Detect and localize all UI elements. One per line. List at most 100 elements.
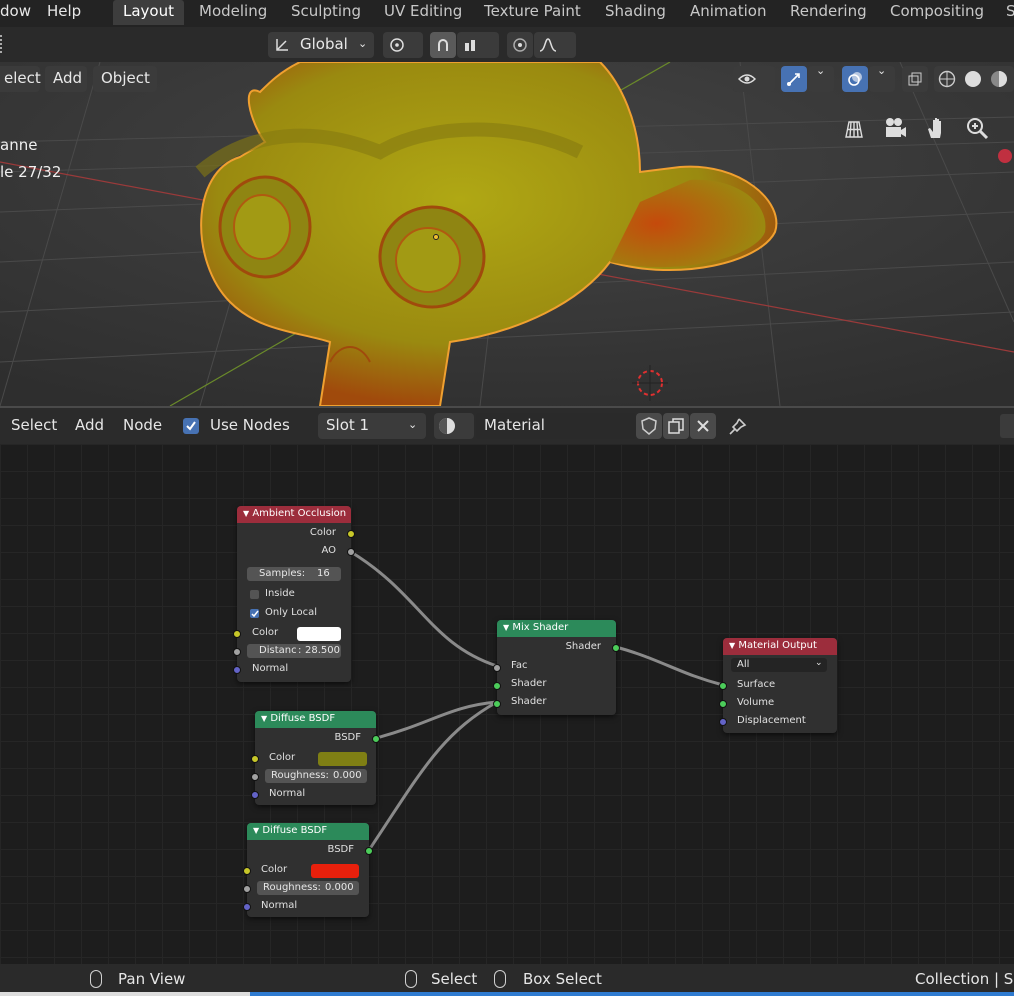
use-nodes-checkbox[interactable] xyxy=(183,418,199,434)
socket-bsdf-output[interactable] xyxy=(372,735,380,743)
socket-color-input[interactable] xyxy=(233,630,241,638)
snap-target-dropdown[interactable] xyxy=(457,32,499,58)
proportional-edit-icon xyxy=(513,38,527,52)
node-header[interactable]: ▼ Mix Shader xyxy=(497,620,616,637)
color-swatch-olive[interactable] xyxy=(318,752,367,766)
grid-perspective-icon[interactable] xyxy=(843,118,865,140)
socket-roughness-input[interactable] xyxy=(251,773,259,781)
editor-type-icon[interactable] xyxy=(0,35,7,53)
fake-user-button[interactable] xyxy=(636,413,662,439)
node-ambient-occlusion[interactable]: ▼ Ambient Occlusion Color AO Samples: 16… xyxy=(233,506,355,682)
menu-window[interactable]: dow xyxy=(0,0,31,24)
gizmo-toggle[interactable] xyxy=(781,66,807,92)
wireframe-shading-icon[interactable] xyxy=(938,70,956,88)
samples-field[interactable]: Samples: 16 xyxy=(247,567,341,581)
node-menu-select[interactable]: Select xyxy=(11,416,57,434)
socket-bsdf-output[interactable] xyxy=(365,847,373,855)
node-menu-add[interactable]: Add xyxy=(75,416,104,434)
socket-shader1-input[interactable] xyxy=(493,682,501,690)
snap-toggle[interactable] xyxy=(430,32,456,58)
roughness-field[interactable]: Roughness: 0.000 xyxy=(257,881,359,895)
collapse-triangle-icon[interactable]: ▼ xyxy=(243,509,249,518)
falloff-dropdown[interactable] xyxy=(534,32,576,58)
node-diffuse-bsdf-1[interactable]: ▼ Diffuse BSDF BSDF Color Roughness: 0.0… xyxy=(251,711,380,805)
node-material-output[interactable]: ▼ Material Output All ⌄ Surface Volume D… xyxy=(719,638,837,733)
color-swatch-white[interactable] xyxy=(297,627,341,641)
tab-uv-editing[interactable]: UV Editing xyxy=(374,0,472,25)
pin-icon[interactable] xyxy=(727,417,747,437)
socket-normal-input[interactable] xyxy=(233,666,241,674)
slot-dropdown[interactable]: Slot 1 ⌄ xyxy=(318,413,426,439)
transform-orientation-dropdown[interactable]: Global ⌄ xyxy=(268,32,374,58)
socket-volume-input[interactable] xyxy=(719,700,727,708)
sidebar-toggle[interactable] xyxy=(1000,414,1014,438)
node-editor-canvas[interactable]: ▼ Ambient Occlusion Color AO Samples: 16… xyxy=(0,444,1014,964)
menu-add[interactable]: Add xyxy=(45,66,87,92)
checkmark-icon xyxy=(186,421,196,431)
target-dropdown[interactable]: All ⌄ xyxy=(731,658,827,672)
socket-normal-input[interactable] xyxy=(243,903,251,911)
collapse-triangle-icon[interactable]: ▼ xyxy=(729,641,735,650)
color-swatch-red[interactable] xyxy=(311,864,359,878)
material-preview-icon[interactable] xyxy=(990,70,1008,88)
node-diffuse-bsdf-2[interactable]: ▼ Diffuse BSDF BSDF Color Roughness: 0.0… xyxy=(243,823,373,917)
solid-shading-icon[interactable] xyxy=(964,70,982,88)
gizmo-dropdown[interactable]: ⌄ xyxy=(808,64,834,92)
collapse-triangle-icon[interactable]: ▼ xyxy=(253,826,259,835)
roughness-field[interactable]: Roughness: 0.000 xyxy=(265,769,367,783)
menu-select[interactable]: elect xyxy=(0,66,41,92)
distance-value: 28.500 xyxy=(305,645,340,656)
socket-color-output[interactable] xyxy=(347,530,355,538)
duplicate-material-button[interactable] xyxy=(663,413,689,439)
3d-viewport[interactable]: elect Add Object ⌄ ⌄ anne le 27/32 xyxy=(0,62,1014,406)
zoom-icon[interactable] xyxy=(965,116,989,140)
socket-normal-input[interactable] xyxy=(251,791,259,799)
socket-shader-output[interactable] xyxy=(612,644,620,652)
visibility-dropdown[interactable] xyxy=(733,66,775,92)
tab-rendering[interactable]: Rendering xyxy=(780,0,877,25)
node-menu-node[interactable]: Node xyxy=(123,416,162,434)
node-header[interactable]: ▼ Ambient Occlusion xyxy=(237,506,351,523)
collapse-triangle-icon[interactable]: ▼ xyxy=(261,714,267,723)
node-header[interactable]: ▼ Diffuse BSDF xyxy=(247,823,369,840)
socket-color-input[interactable] xyxy=(243,867,251,875)
unlink-material-button[interactable] xyxy=(690,413,716,439)
tab-layout[interactable]: Layout xyxy=(113,0,184,25)
socket-fac-input[interactable] xyxy=(493,664,501,672)
tab-texture-paint[interactable]: Texture Paint xyxy=(474,0,591,25)
socket-roughness-input[interactable] xyxy=(243,885,251,893)
socket-displacement-input[interactable] xyxy=(719,718,727,726)
node-header[interactable]: ▼ Diffuse BSDF xyxy=(255,711,376,728)
tab-sculpting[interactable]: Sculpting xyxy=(281,0,371,25)
xray-toggle[interactable] xyxy=(902,66,928,92)
socket-color-input[interactable] xyxy=(251,755,259,763)
output-bsdf: BSDF xyxy=(334,732,361,743)
tab-shading[interactable]: Shading xyxy=(595,0,676,25)
overlay-dropdown[interactable]: ⌄ xyxy=(869,64,895,92)
socket-distance-input[interactable] xyxy=(233,648,241,656)
tab-modeling[interactable]: Modeling xyxy=(189,0,277,25)
pivot-point-dropdown[interactable] xyxy=(383,32,423,58)
tab-scripting[interactable]: S xyxy=(996,0,1014,25)
proportional-edit-toggle[interactable] xyxy=(507,32,533,58)
collapse-triangle-icon[interactable]: ▼ xyxy=(503,623,509,632)
node-header[interactable]: ▼ Material Output xyxy=(723,638,837,655)
menu-help[interactable]: Help xyxy=(47,0,81,24)
material-name-field[interactable]: Material xyxy=(476,413,636,439)
menu-object[interactable]: Object xyxy=(93,66,157,92)
hand-pan-icon[interactable] xyxy=(925,116,947,140)
tab-animation[interactable]: Animation xyxy=(680,0,776,25)
node-mix-shader[interactable]: ▼ Mix Shader Shader Fac Shader Shader xyxy=(493,620,620,715)
tab-compositing[interactable]: Compositing xyxy=(880,0,994,25)
socket-surface-input[interactable] xyxy=(719,682,727,690)
material-browse-button[interactable] xyxy=(434,413,474,439)
only-local-checkbox[interactable] xyxy=(250,609,259,618)
camera-icon[interactable] xyxy=(883,116,907,140)
normal-input-label: Normal xyxy=(252,663,289,674)
socket-ao-output[interactable] xyxy=(347,548,355,556)
node-title: Material Output xyxy=(738,640,817,651)
socket-shader2-input[interactable] xyxy=(493,700,501,708)
overlay-toggle[interactable] xyxy=(842,66,868,92)
distance-field[interactable]: Distanc: 28.500 xyxy=(247,644,341,658)
inside-checkbox[interactable] xyxy=(250,590,259,599)
